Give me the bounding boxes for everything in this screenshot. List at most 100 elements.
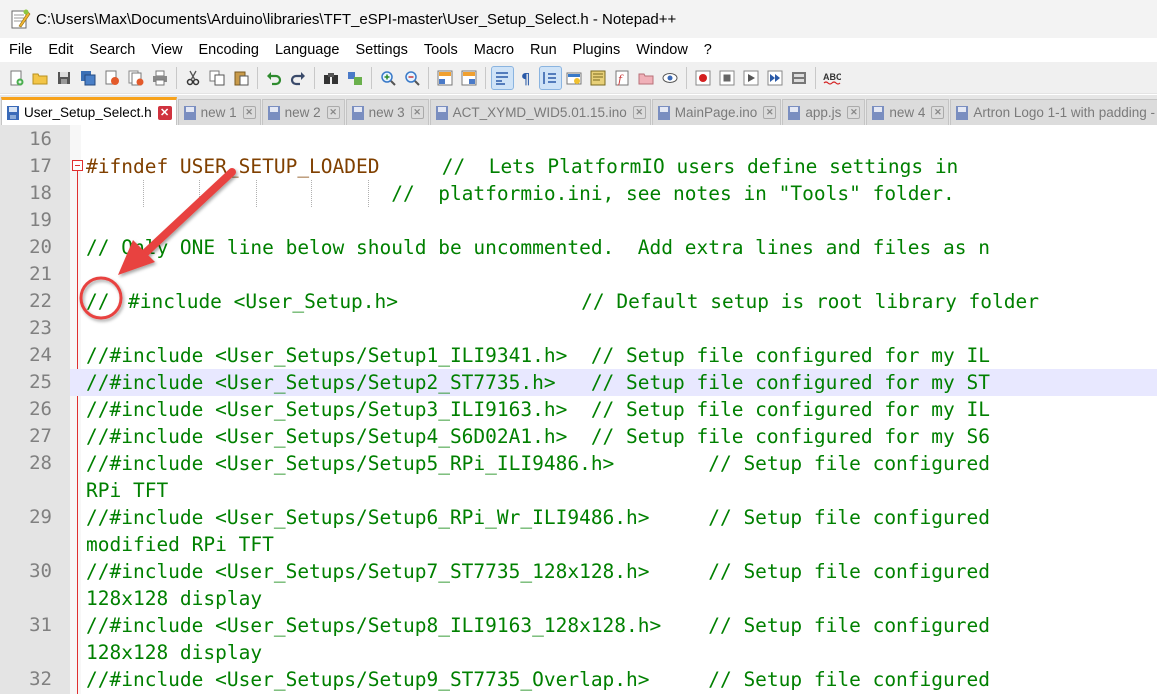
- line-number: 16: [29, 128, 52, 150]
- file-saved-icon: [435, 105, 448, 120]
- menu-help[interactable]: ?: [696, 42, 720, 58]
- code-line[interactable]: 23: [0, 315, 1157, 342]
- tab-new-1[interactable]: new 1 ✕: [177, 99, 261, 125]
- close-tab-icon[interactable]: ✕: [931, 106, 945, 119]
- code-line[interactable]: 28 //#include <User_Setups/Setup5_RPi_IL…: [0, 450, 1157, 477]
- save-icon[interactable]: [54, 67, 75, 89]
- code-comment: 128x128 display: [86, 641, 263, 664]
- tab-bar: User_Setup_Select.h ✕ new 1 ✕ new 2 ✕ ne…: [0, 95, 1157, 125]
- word-wrap-icon[interactable]: [490, 65, 514, 90]
- tab-new-2[interactable]: new 2 ✕: [261, 99, 345, 125]
- wrapped-line[interactable]: modified RPi TFT: [0, 531, 1157, 558]
- code-line[interactable]: 20 // Only ONE line below should be unco…: [0, 234, 1157, 261]
- tab-user-setup-select[interactable]: User_Setup_Select.h ✕: [1, 97, 177, 125]
- doc-map-icon[interactable]: [588, 67, 609, 89]
- menu-encoding[interactable]: Encoding: [191, 42, 267, 58]
- code-comment: // Lets PlatformIO users define settings…: [430, 155, 959, 178]
- code-comment: modified RPi TFT: [86, 533, 274, 556]
- close-tab-icon[interactable]: ✕: [242, 106, 256, 119]
- close-tab-icon[interactable]: ✕: [410, 106, 424, 119]
- tab-label: new 1: [200, 105, 237, 120]
- menu-tools[interactable]: Tools: [416, 42, 466, 58]
- redo-icon[interactable]: [288, 67, 309, 89]
- wrapped-line[interactable]: 128x128 display: [0, 585, 1157, 612]
- menu-bar: File Edit Search View Encoding Language …: [0, 38, 1157, 62]
- editor[interactable]: 16 17 #ifndef USER_SETUP_LOADED // Lets …: [0, 125, 1157, 694]
- code-line[interactable]: 29 //#include <User_Setups/Setup6_RPi_Wr…: [0, 504, 1157, 531]
- wrapped-line[interactable]: RPi TFT: [0, 477, 1157, 504]
- menu-edit[interactable]: Edit: [40, 42, 81, 58]
- code-line[interactable]: 22 // #include <User_Setup.h> // Default…: [0, 288, 1157, 315]
- menu-language[interactable]: Language: [267, 42, 348, 58]
- code-comment: 128x128 display: [86, 587, 263, 610]
- tab-app-js[interactable]: app.js ✕: [782, 99, 866, 125]
- menu-file[interactable]: File: [1, 42, 40, 58]
- tab-new-3[interactable]: new 3 ✕: [345, 99, 429, 125]
- code-line[interactable]: 16: [0, 126, 1157, 153]
- stop-macro-icon[interactable]: [717, 67, 738, 89]
- tab-act-xymd-wid[interactable]: ACT_XYMD_WID5.01.15.ino ✕: [429, 99, 651, 125]
- menu-window[interactable]: Window: [628, 42, 696, 58]
- print-icon[interactable]: [150, 67, 171, 89]
- copy-icon[interactable]: [207, 67, 228, 89]
- zoom-out-icon[interactable]: [402, 67, 423, 89]
- close-tab-icon[interactable]: ✕: [847, 106, 861, 119]
- tab-new-4[interactable]: new 4 ✕: [866, 99, 950, 125]
- tab-label: new 2: [284, 105, 321, 120]
- sync-vertical-icon[interactable]: [435, 67, 456, 89]
- find-icon[interactable]: [321, 67, 342, 89]
- menu-view[interactable]: View: [143, 42, 190, 58]
- current-line[interactable]: 25 //#include <User_Setups/Setup2_ST7735…: [0, 369, 1157, 396]
- close-all-icon[interactable]: [126, 67, 147, 89]
- close-tab-icon[interactable]: ✕: [763, 106, 777, 119]
- menu-run[interactable]: Run: [522, 42, 565, 58]
- tab-label: new 3: [368, 105, 405, 120]
- monitoring-icon[interactable]: [660, 67, 681, 89]
- wrapped-line[interactable]: 128x128 display: [0, 639, 1157, 666]
- show-all-chars-icon[interactable]: ¶: [516, 67, 537, 89]
- save-all-icon[interactable]: [78, 67, 99, 89]
- code-line[interactable]: 21: [0, 261, 1157, 288]
- new-file-icon[interactable]: [6, 67, 27, 89]
- code-line[interactable]: 30 //#include <User_Setups/Setup7_ST7735…: [0, 558, 1157, 585]
- cut-icon[interactable]: [183, 67, 204, 89]
- tab-mainpage-ino[interactable]: MainPage.ino ✕: [651, 99, 782, 125]
- code-line[interactable]: 31 //#include <User_Setups/Setup8_ILI916…: [0, 612, 1157, 639]
- code-line[interactable]: 32 //#include <User_Setups/Setup9_ST7735…: [0, 666, 1157, 693]
- code-line[interactable]: 17 #ifndef USER_SETUP_LOADED // Lets Pla…: [0, 153, 1157, 180]
- folder-workspace-icon[interactable]: [636, 67, 657, 89]
- open-file-icon[interactable]: [30, 67, 51, 89]
- save-macro-icon[interactable]: [789, 67, 810, 89]
- code-line[interactable]: 24 //#include <User_Setups/Setup1_ILI934…: [0, 342, 1157, 369]
- menu-settings[interactable]: Settings: [347, 42, 415, 58]
- indent-guide-icon[interactable]: [538, 65, 562, 90]
- code-line[interactable]: 27 //#include <User_Setups/Setup4_S6D02A…: [0, 423, 1157, 450]
- close-tab-icon[interactable]: ✕: [632, 106, 646, 119]
- tab-label: Artron Logo 1-1 with padding - Fa: [973, 105, 1157, 120]
- run-macro-multiple-icon[interactable]: [765, 67, 786, 89]
- code-line[interactable]: 19: [0, 207, 1157, 234]
- close-tab-icon[interactable]: ✕: [326, 106, 340, 119]
- close-tab-icon[interactable]: ✕: [157, 105, 172, 120]
- spell-check-icon[interactable]: ABC: [822, 67, 843, 89]
- code-comment: //#include <User_Setups/Setup1_ILI9341.h…: [86, 344, 990, 367]
- close-icon[interactable]: [102, 67, 123, 89]
- code-line[interactable]: 18 // platformio.ini, see notes in "Tool…: [0, 180, 1157, 207]
- sync-horizontal-icon[interactable]: [459, 67, 480, 89]
- menu-macro[interactable]: Macro: [466, 42, 522, 58]
- menu-plugins[interactable]: Plugins: [565, 42, 629, 58]
- line-number: 21: [29, 263, 52, 285]
- record-macro-icon[interactable]: [693, 67, 714, 89]
- menu-search[interactable]: Search: [81, 42, 143, 58]
- function-list-icon[interactable]: f: [612, 67, 633, 89]
- file-saved-icon: [7, 105, 19, 120]
- replace-icon[interactable]: [345, 67, 366, 89]
- code-comment: //#include <User_Setups/Setup3_ILI9163.h…: [86, 398, 990, 421]
- play-macro-icon[interactable]: [741, 67, 762, 89]
- zoom-in-icon[interactable]: [378, 67, 399, 89]
- code-line[interactable]: 26 //#include <User_Setups/Setup3_ILI916…: [0, 396, 1157, 423]
- udl-icon[interactable]: [564, 67, 585, 89]
- tab-artron-logo[interactable]: Artron Logo 1-1 with padding - Fa: [950, 99, 1157, 125]
- undo-icon[interactable]: [264, 67, 285, 89]
- paste-icon[interactable]: [231, 67, 252, 89]
